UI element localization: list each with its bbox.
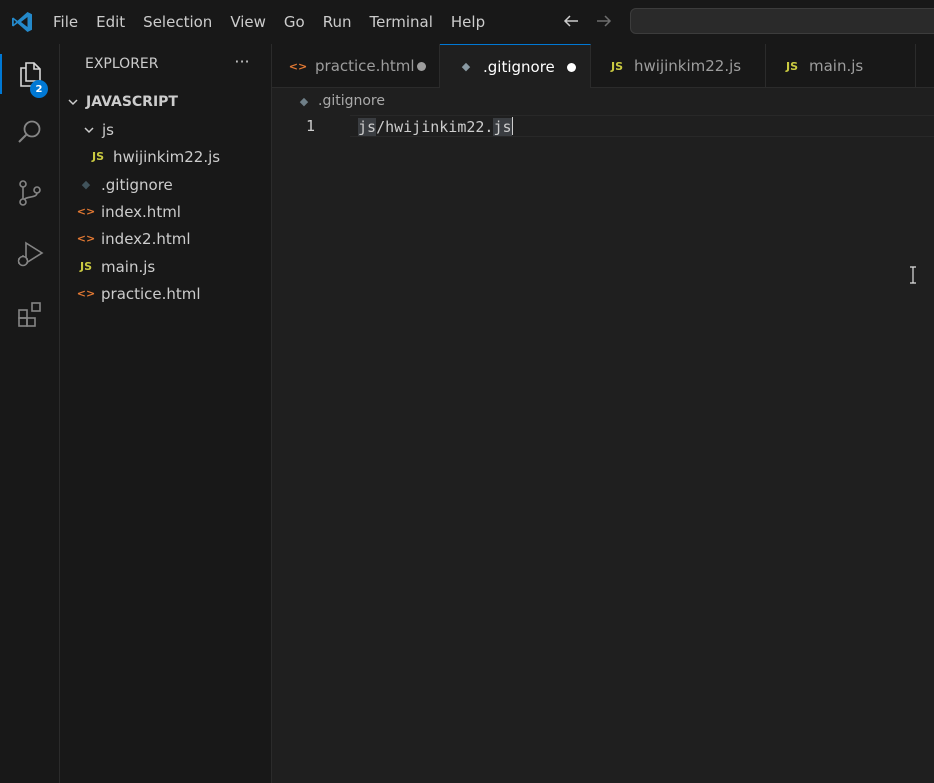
menu-file[interactable]: File — [44, 0, 87, 44]
menu-bar: File Edit Selection View Go Run Terminal… — [44, 0, 494, 44]
unsaved-dot-icon[interactable] — [417, 62, 426, 71]
tree-item-label: index.html — [101, 202, 181, 221]
explorer-title: EXPLORER — [85, 56, 159, 72]
menu-edit[interactable]: Edit — [87, 0, 134, 44]
tree-item-label: .gitignore — [101, 175, 173, 194]
vscode-logo-icon — [12, 12, 32, 32]
unsaved-dot-icon[interactable] — [567, 63, 576, 72]
arrow-right-icon — [597, 15, 612, 27]
command-center-search[interactable] — [630, 8, 934, 34]
menu-selection[interactable]: Selection — [134, 0, 221, 44]
js-file-icon: JS — [79, 260, 92, 273]
tree-file-main-js[interactable]: JS main.js — [60, 253, 289, 280]
explorer-sidebar: EXPLORER ··· JAVASCRIPT js JS hwijinkim2… — [60, 44, 272, 783]
arrow-left-icon — [563, 15, 578, 27]
tree-root-label: JAVASCRIPT — [86, 93, 178, 110]
tree-file-practice-html[interactable]: <> practice.html — [60, 280, 289, 307]
editor-area[interactable]: ◆ .gitignore 1 js/hwijinkim22.js — [272, 88, 934, 783]
tree-item-label: main.js — [101, 257, 156, 276]
explorer-more-actions-button[interactable]: ··· — [232, 52, 252, 72]
tab-label: hwijinkim22.js — [634, 57, 742, 75]
tab-label: main.js — [809, 57, 864, 75]
tree-item-label: index2.html — [101, 229, 191, 248]
tab-main-js[interactable]: JS main.js — [766, 44, 916, 88]
tree-item-label: js — [102, 120, 114, 139]
menu-go[interactable]: Go — [275, 0, 314, 44]
extensions-view-button[interactable] — [0, 291, 60, 339]
git-file-icon: ◆ — [81, 178, 91, 191]
tab-label: .gitignore — [483, 57, 555, 76]
selection-highlight: js — [358, 118, 377, 136]
text-cursor — [511, 117, 513, 135]
source-control-icon — [19, 180, 41, 206]
activity-bar: 2 — [0, 44, 60, 783]
git-file-icon: ◆ — [299, 94, 309, 108]
editor-tabs: <> practice.html ◆ .gitignore JS hwijink… — [272, 44, 934, 88]
ibeam-cursor-icon — [910, 266, 916, 284]
tree-folder-js[interactable]: js — [60, 116, 293, 143]
extensions-icon — [18, 302, 41, 327]
code-line-1[interactable]: js/hwijinkim22.js — [358, 117, 513, 136]
line-number: 1 — [306, 117, 316, 135]
html-file-icon: <> — [76, 205, 96, 218]
html-file-icon: <> — [76, 232, 96, 245]
html-file-icon: <> — [288, 59, 308, 73]
run-debug-view-button[interactable] — [0, 230, 60, 278]
tree-file-index2-html[interactable]: <> index2.html — [60, 225, 289, 252]
chevron-down-icon — [66, 95, 80, 109]
selection-highlight: js — [493, 118, 512, 136]
search-icon — [18, 120, 41, 143]
tree-root-folder[interactable]: JAVASCRIPT — [60, 88, 277, 115]
tab-gitignore[interactable]: ◆ .gitignore — [440, 44, 591, 88]
tree-item-label: hwijinkim22.js — [113, 147, 221, 166]
title-bar: File Edit Selection View Go Run Terminal… — [0, 0, 934, 44]
breadcrumb[interactable]: ◆ .gitignore — [298, 93, 385, 109]
tab-practice-html[interactable]: <> practice.html — [272, 44, 440, 88]
menu-help[interactable]: Help — [442, 0, 494, 44]
source-control-view-button[interactable] — [0, 169, 60, 217]
run-debug-icon — [17, 241, 44, 267]
menu-view[interactable]: View — [221, 0, 275, 44]
menu-terminal[interactable]: Terminal — [361, 0, 442, 44]
js-file-icon: JS — [91, 150, 104, 163]
tab-label: practice.html — [315, 57, 415, 75]
menu-run[interactable]: Run — [314, 0, 361, 44]
js-file-icon: JS — [785, 59, 798, 73]
chevron-down-icon — [82, 123, 96, 137]
forward-button[interactable] — [594, 10, 614, 32]
tree-file-hwijinkim22-js[interactable]: JS hwijinkim22.js — [60, 143, 301, 170]
js-file-icon: JS — [610, 59, 623, 73]
back-button[interactable] — [561, 10, 581, 32]
tree-file-gitignore[interactable]: ◆ .gitignore — [60, 171, 289, 198]
tab-hwijinkim22-js[interactable]: JS hwijinkim22.js — [591, 44, 766, 88]
code-text: /hwijinkim22. — [376, 118, 494, 136]
tree-file-index-html[interactable]: <> index.html — [60, 198, 289, 225]
breadcrumb-file[interactable]: .gitignore — [318, 93, 385, 109]
search-view-button[interactable] — [0, 108, 60, 156]
explorer-badge: 2 — [30, 80, 48, 98]
html-file-icon: <> — [76, 287, 96, 300]
git-file-icon: ◆ — [461, 60, 471, 73]
explorer-view-button[interactable]: 2 — [0, 50, 60, 98]
tree-item-label: practice.html — [101, 284, 201, 303]
